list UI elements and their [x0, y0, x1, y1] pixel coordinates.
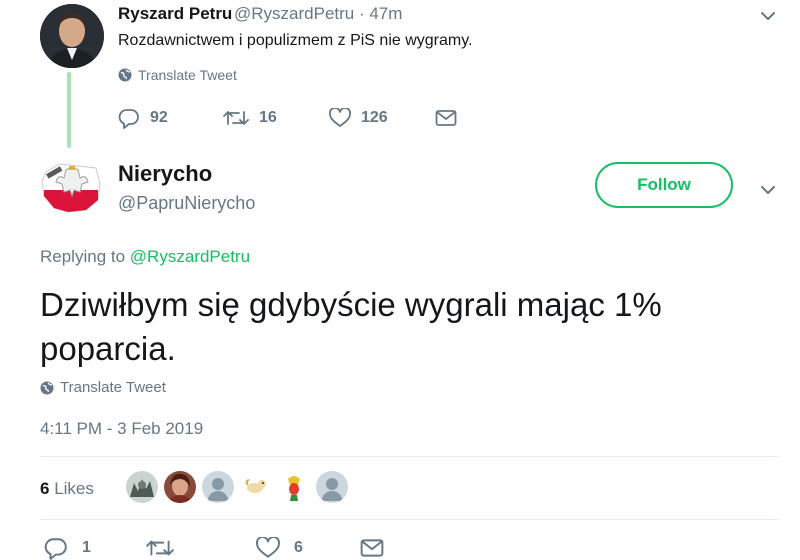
parent-author-handle[interactable]: @RyszardPetru · 47m — [234, 4, 402, 24]
translate-link[interactable]: Translate Tweet — [40, 379, 166, 396]
replying-prefix: Replying to — [40, 247, 126, 266]
parent-translate-link[interactable]: Translate Tweet — [118, 67, 237, 83]
translate-label: Translate Tweet — [138, 67, 237, 83]
like-button[interactable]: 126 — [329, 108, 435, 128]
avatar-ryszard-petru[interactable] — [40, 4, 104, 68]
mail-icon — [360, 538, 384, 558]
like-count: 6 — [294, 539, 303, 556]
reply-button[interactable]: 92 — [118, 107, 223, 129]
translate-label: Translate Tweet — [60, 379, 166, 396]
likes-count: 6 — [40, 479, 50, 498]
heart-icon — [329, 108, 351, 128]
replying-to: Replying to @RyszardPetru — [40, 247, 250, 267]
tweet-text: Dziwiłbym się gdybyście wygrali mając 1%… — [40, 286, 662, 367]
globe-icon — [118, 68, 132, 82]
author-name[interactable]: Nierycho — [118, 161, 212, 187]
avatar-nierycho[interactable] — [40, 160, 104, 216]
likes-label: Likes — [54, 479, 94, 498]
replying-to-link[interactable]: @RyszardPetru — [130, 247, 250, 266]
mail-icon — [435, 109, 457, 127]
follow-button[interactable]: Follow — [595, 162, 733, 208]
retweet-button[interactable]: 16 — [223, 108, 329, 128]
reply-count: 92 — [150, 109, 168, 126]
parent-action-bar: 92 16 126 — [118, 104, 457, 132]
reply-count: 1 — [82, 539, 91, 556]
liker-avatar[interactable] — [278, 471, 310, 503]
likers-avatars — [126, 471, 348, 503]
direct-message-button[interactable] — [435, 109, 457, 127]
divider — [40, 456, 780, 457]
chevron-down-icon[interactable] — [758, 180, 778, 205]
reply-button[interactable]: 1 — [44, 536, 146, 560]
liker-avatar[interactable] — [126, 471, 158, 503]
retweet-count: 16 — [259, 109, 277, 126]
reply-icon — [118, 107, 140, 129]
thread-connector-line — [67, 72, 71, 148]
like-count: 126 — [361, 109, 388, 126]
reply-icon — [44, 536, 68, 560]
liker-avatar[interactable] — [240, 471, 272, 503]
globe-icon — [40, 381, 54, 395]
chevron-down-icon[interactable] — [758, 6, 778, 31]
parent-author-name[interactable]: Ryszard Petru — [118, 4, 232, 24]
tweet-action-bar: 1 6 — [44, 536, 384, 560]
liker-avatar-default[interactable] — [316, 471, 348, 503]
retweet-icon — [223, 108, 249, 128]
author-handle[interactable]: @PapruNierycho — [118, 193, 255, 214]
likes-summary[interactable]: 6 Likes — [40, 479, 94, 499]
tweet-timestamp[interactable]: 4:11 PM - 3 Feb 2019 — [40, 419, 203, 439]
parent-tweet-text: Rozdawnictwem i populizmem z PiS nie wyg… — [118, 32, 473, 49]
liker-avatar-default[interactable] — [202, 471, 234, 503]
liker-avatar[interactable] — [164, 471, 196, 503]
direct-message-button[interactable] — [360, 538, 384, 558]
divider — [40, 519, 780, 520]
